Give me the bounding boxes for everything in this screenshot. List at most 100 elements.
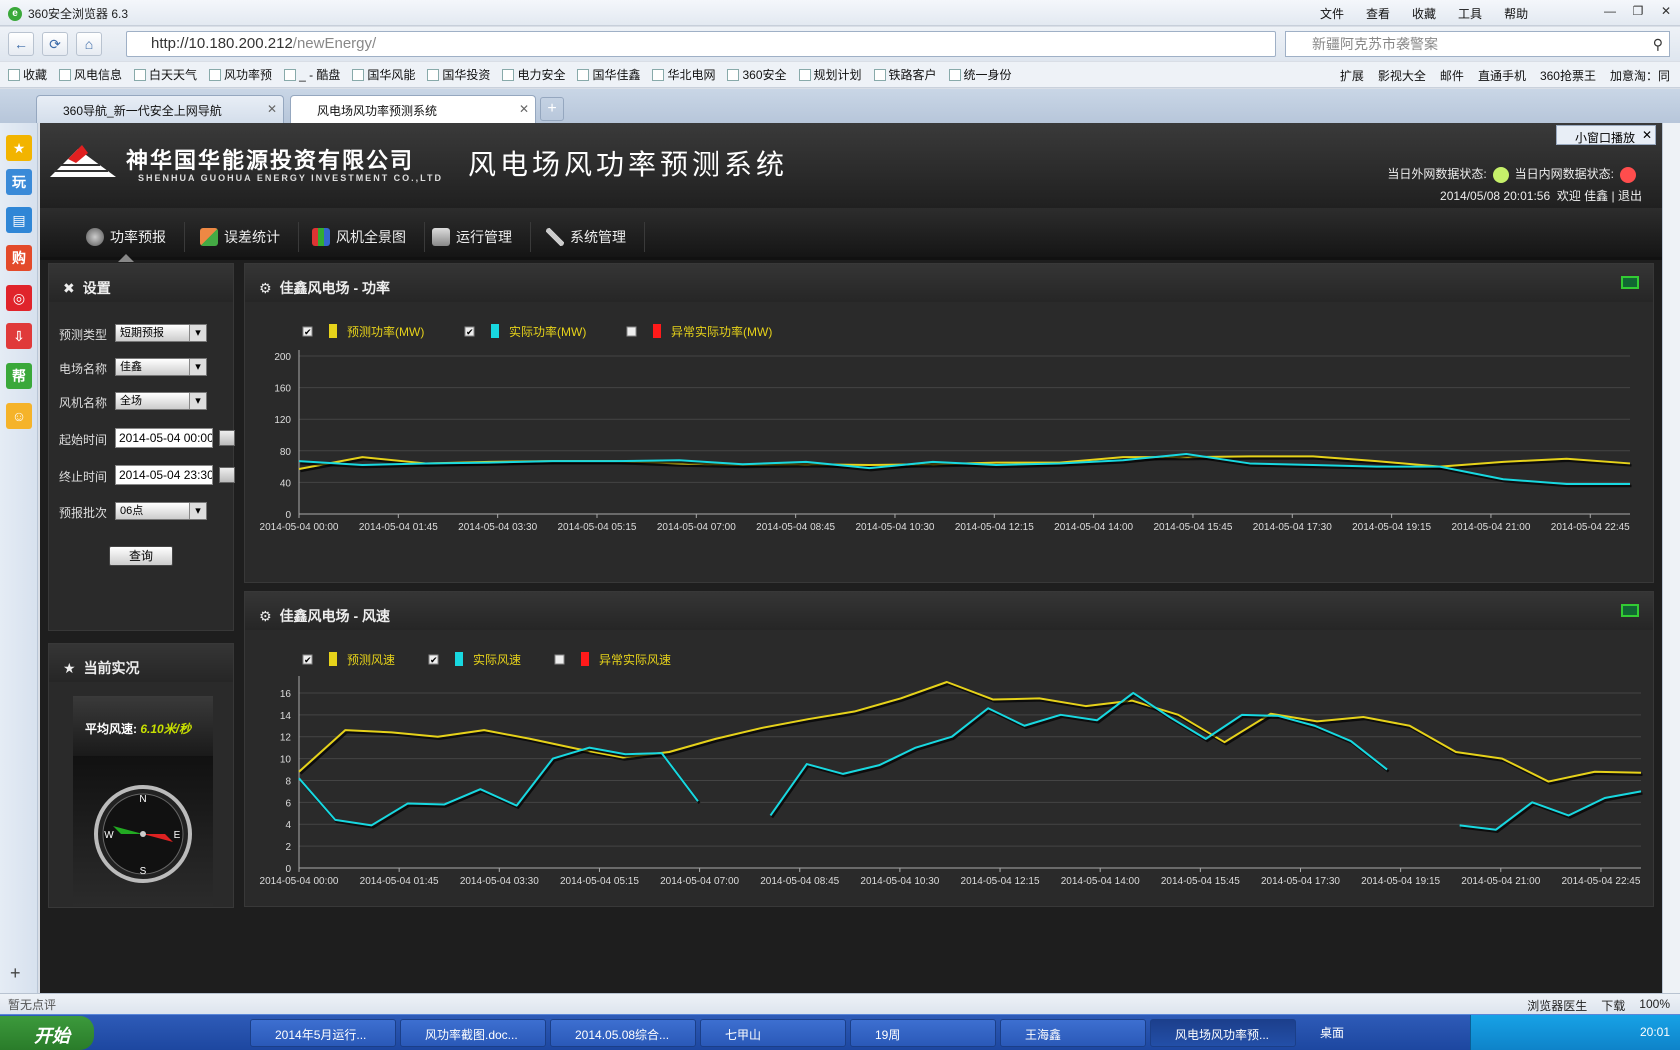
series-shadow (770, 693, 1390, 819)
nav-operations[interactable]: 运行管理 (414, 222, 531, 252)
close-icon[interactable]: ✕ (1642, 128, 1652, 142)
play-icon[interactable]: 玩 (6, 169, 32, 195)
help-icon[interactable]: 帮 (6, 363, 32, 389)
close-icon[interactable]: ✕ (519, 102, 529, 116)
download-icon[interactable]: ⇩ (6, 323, 32, 349)
taskbar-item-active[interactable]: 风电场风功率预... (1150, 1019, 1296, 1047)
end-time-input[interactable]: 2014-05-04 23:30 (115, 465, 213, 485)
zoom-level[interactable]: 100% (1639, 997, 1670, 1014)
face-icon[interactable]: ☺ (6, 403, 32, 429)
legend-swatch (329, 324, 337, 338)
compass-widget: 平均风速: 6.10米/秒 N E S W (73, 696, 213, 906)
url-input[interactable]: http://10.180.200.212/newEnergy/ (126, 31, 1276, 57)
menu-file[interactable]: 文件 (1320, 5, 1344, 22)
new-tab-icon[interactable]: + (540, 97, 564, 121)
mini-window-button[interactable]: 小窗口播放 ✕ (1556, 125, 1657, 145)
taskbar-item[interactable]: 19周 (850, 1019, 996, 1047)
welcome-label: 欢迎 (1556, 189, 1581, 203)
minimize-icon[interactable]: — (1596, 0, 1624, 22)
calendar-icon[interactable] (219, 467, 235, 483)
int-status-label: 当日内网数据状态: (1514, 167, 1614, 181)
power-chart-title: 佳鑫风电场 - 功率 (279, 280, 391, 296)
turbine-name-select[interactable]: 全场 (115, 392, 207, 410)
start-time-input[interactable]: 2014-05-04 00:00 (115, 428, 213, 448)
power-chart: ✔ 预测功率(MW) ✔ 实际功率(MW) 异常实际功率(MW) 0 40 80 120 160 2… (260, 324, 1632, 533)
fav-item[interactable]: 规划计划 (798, 66, 862, 83)
menu-view[interactable]: 查看 (1366, 5, 1390, 22)
farm-name-select[interactable]: 佳鑫 (115, 358, 207, 376)
weibo-icon[interactable]: ◎ (6, 285, 32, 311)
tab-windpower[interactable]: 风电场风功率预测系统 ✕ (290, 95, 536, 123)
fav-item[interactable]: 华北电网 (652, 66, 715, 83)
taskbar-item[interactable]: 王海鑫 (1000, 1019, 1146, 1047)
fav-item[interactable]: 国华投资 (427, 66, 490, 83)
taskbar-item[interactable]: 七甲山 (700, 1019, 846, 1047)
fullscreen-icon[interactable] (1621, 604, 1639, 617)
fav-right-tickets[interactable]: 360抢票王 (1540, 67, 1596, 84)
nav-turbine-overview[interactable]: 风机全景图 (294, 222, 425, 252)
taskbar-item[interactable]: 2014.05.08综合... (550, 1019, 696, 1047)
fav-item[interactable]: 360安全 (727, 66, 787, 83)
close-icon[interactable]: ✕ (1652, 0, 1680, 22)
book-icon[interactable]: ▤ (6, 207, 32, 233)
y-tick-label: 80 (280, 447, 292, 458)
y-tick-label: 12 (280, 733, 292, 744)
fav-item[interactable]: 统一身份 (948, 66, 1012, 83)
x-tick-label: 2014-05-04 17:30 (1253, 522, 1332, 533)
fav-right-mail[interactable]: 邮件 (1440, 67, 1464, 84)
add-icon[interactable]: + (10, 963, 21, 984)
query-button[interactable]: 查询 (109, 546, 173, 566)
fav-right-taobao[interactable]: 加意淘：同 (1610, 67, 1670, 84)
batch-select[interactable]: 06点 (115, 502, 207, 520)
x-tick-label: 2014-05-04 15:45 (1161, 876, 1240, 887)
browser-sidebar: ★ 玩 ▤ 购 ◎ ⇩ 帮 ☺ + (0, 123, 38, 993)
taskbar-item[interactable]: 风功率截图.doc... (400, 1019, 546, 1047)
browser-right-scroll[interactable] (1662, 123, 1680, 993)
shop-icon[interactable]: 购 (6, 245, 32, 271)
desktop-toolbar[interactable]: 桌面 (1320, 1024, 1344, 1041)
logout-link[interactable]: 退出 (1618, 189, 1642, 203)
home-icon[interactable]: ⌂ (76, 32, 102, 56)
menu-tools[interactable]: 工具 (1458, 5, 1482, 22)
search-icon[interactable]: ⚲ (1653, 32, 1663, 56)
fav-item[interactable]: 白天天气 (134, 66, 197, 83)
back-icon[interactable]: ← (8, 32, 34, 56)
fav-right-video[interactable]: 影视大全 (1378, 67, 1426, 84)
calendar-icon[interactable] (219, 430, 235, 446)
refresh-icon[interactable]: ⟳ (42, 32, 68, 56)
start-button[interactable]: 开始 (0, 1016, 94, 1050)
y-tick-label: 200 (274, 352, 291, 363)
fav-right-extensions[interactable]: 扩展 (1340, 67, 1364, 84)
search-input[interactable]: 新疆阿克苏市袭警案 ⚲ (1285, 31, 1670, 57)
taskbar-item[interactable]: 2014年5月运行... (250, 1019, 396, 1047)
fav-item[interactable]: 风电信息 (59, 66, 122, 83)
nav-power-forecast[interactable]: 功率预报 (68, 222, 185, 262)
tools-icon: ✖ (63, 279, 75, 296)
maximize-icon[interactable]: ❐ (1624, 0, 1652, 22)
fav-item[interactable]: _ - 酷盘 (284, 66, 340, 83)
menu-help[interactable]: 帮助 (1504, 5, 1528, 22)
rating-status[interactable]: 暂无点评 (8, 996, 56, 1013)
fav-item[interactable]: 风功率预 (209, 66, 272, 83)
fullscreen-icon[interactable] (1621, 276, 1639, 289)
x-tick-label: 2014-05-04 12:15 (961, 876, 1040, 887)
downloads[interactable]: 下载 (1601, 997, 1625, 1014)
fav-item[interactable]: 国华风能 (352, 66, 415, 83)
cube-icon (200, 228, 218, 246)
menu-favorites[interactable]: 收藏 (1412, 5, 1436, 22)
fav-item[interactable]: 电力安全 (502, 66, 565, 83)
star-icon[interactable]: ★ (6, 135, 32, 161)
page-icon (948, 68, 961, 81)
x-tick-label: 2014-05-04 07:00 (660, 876, 739, 887)
nav-system[interactable]: 系统管理 (528, 222, 645, 252)
browser-doctor[interactable]: 浏览器医生 (1527, 997, 1587, 1014)
fav-item[interactable]: 收藏 (8, 66, 47, 83)
forecast-type-select[interactable]: 短期预报 (115, 324, 207, 342)
nav-error-stats[interactable]: 误差统计 (182, 222, 299, 252)
close-icon[interactable]: ✕ (267, 102, 277, 116)
x-tick-label: 2014-05-04 07:00 (657, 522, 736, 533)
tab-360nav[interactable]: 360导航_新一代安全上网导航 ✕ (36, 95, 284, 123)
fav-right-phone[interactable]: 直通手机 (1478, 67, 1526, 84)
fav-item[interactable]: 国华佳鑫 (577, 66, 640, 83)
fav-item[interactable]: 铁路客户 (873, 66, 937, 83)
